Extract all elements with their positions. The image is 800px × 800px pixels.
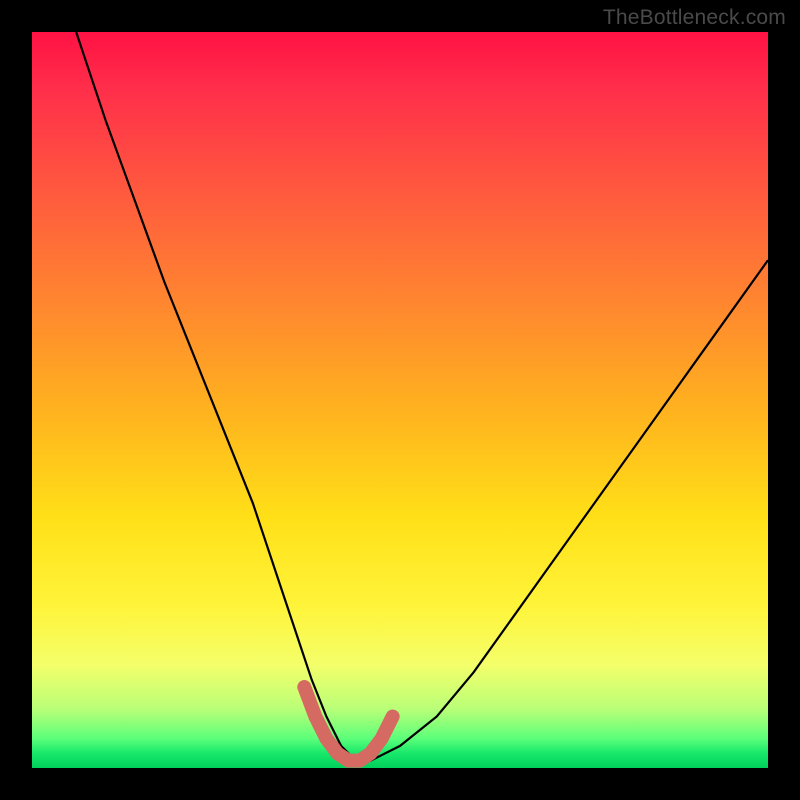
chart-stage: TheBottleneck.com [0, 0, 800, 800]
watermark-text: TheBottleneck.com [603, 6, 786, 30]
bottleneck-curve [76, 32, 768, 761]
plot-area [32, 32, 768, 768]
sweet-spot-highlight [304, 687, 392, 761]
curve-svg [32, 32, 768, 768]
